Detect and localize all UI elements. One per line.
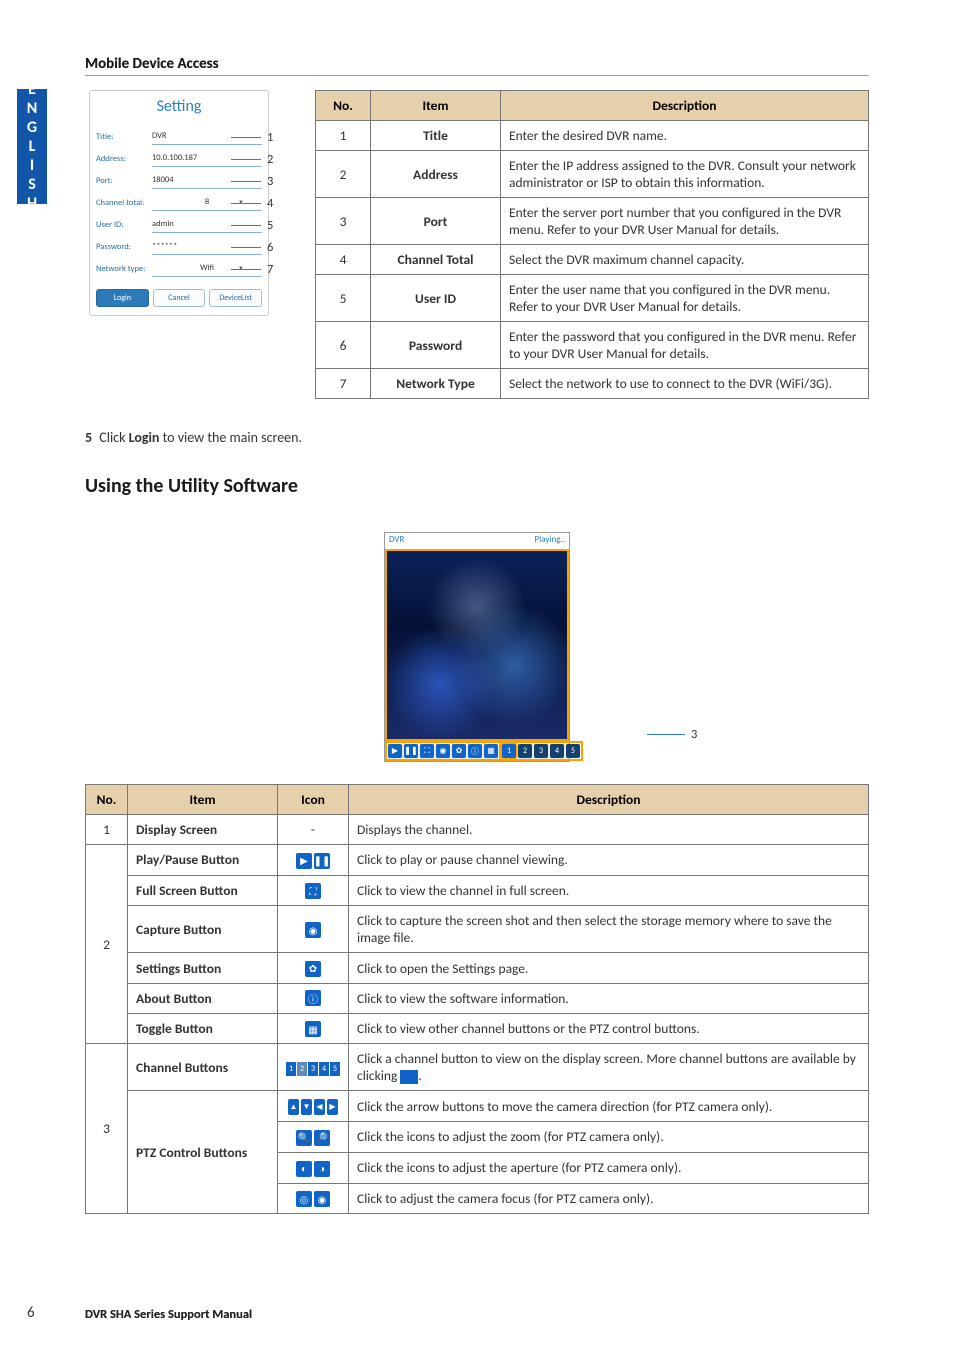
channel-5-button[interactable]: 5 bbox=[566, 744, 580, 758]
focus-icons: ◎◉ bbox=[296, 1191, 330, 1207]
fig-callout-3: 3 bbox=[647, 727, 703, 742]
channel-1-button[interactable]: 1 bbox=[502, 744, 516, 758]
table-row: Full Screen Button ⛶ Click to view the c… bbox=[86, 875, 869, 906]
table-row: Toggle Button ▦ Click to view other chan… bbox=[86, 1013, 869, 1044]
th2-item: Item bbox=[128, 785, 278, 815]
step-5: 5 Click Login to view the main screen. bbox=[85, 429, 869, 446]
step-login-word: Login bbox=[129, 429, 160, 446]
language-tab: ENGLISH bbox=[17, 89, 47, 204]
pause-icon[interactable]: ❚❚ bbox=[404, 744, 418, 758]
table-row: Capture Button ◉ Click to capture the sc… bbox=[86, 906, 869, 953]
table-row: 3PortEnter the server port number that y… bbox=[316, 198, 869, 245]
label-password: Password: bbox=[96, 242, 152, 252]
channel-2-button[interactable]: 2 bbox=[518, 744, 532, 758]
info-icon[interactable]: ⓘ bbox=[468, 744, 482, 758]
gear-icon[interactable]: ✿ bbox=[452, 744, 466, 758]
fullscreen-icon: ⛶ bbox=[305, 883, 321, 899]
section-heading: Mobile Device Access bbox=[85, 55, 869, 76]
info-icon: ⓘ bbox=[305, 990, 321, 1006]
th2-icon: Icon bbox=[278, 785, 349, 815]
callout-3: 3 bbox=[231, 174, 273, 189]
table-row: 1TitleEnter the desired DVR name. bbox=[316, 121, 869, 151]
phone-title: DVR bbox=[389, 534, 404, 549]
th-item: Item bbox=[371, 91, 501, 121]
grid-icon: ▦ bbox=[305, 1021, 321, 1037]
table-row: 5User IDEnter the user name that you con… bbox=[316, 275, 869, 322]
table-row: 1 Display Screen - Displays the channel. bbox=[86, 815, 869, 845]
callout-7: 7 bbox=[231, 262, 273, 277]
th-no: No. bbox=[316, 91, 371, 121]
utility-heading: Using the Utility Software bbox=[85, 474, 869, 498]
channel-buttons-icon: 12345 bbox=[286, 1062, 340, 1076]
table-row: 4Channel TotalSelect the DVR maximum cha… bbox=[316, 245, 869, 275]
settings-table: No. Item Description 1TitleEnter the des… bbox=[315, 90, 869, 399]
channel-4-button[interactable]: 4 bbox=[550, 744, 564, 758]
toggle-mini-icon bbox=[400, 1070, 418, 1084]
table-row: Settings Button ✿ Click to open the Sett… bbox=[86, 953, 869, 984]
gear-icon: ✿ bbox=[305, 961, 321, 977]
label-user-id: User ID: bbox=[96, 220, 152, 230]
utility-table: No. Item Icon Description 1 Display Scre… bbox=[85, 784, 869, 1214]
th2-no: No. bbox=[86, 785, 128, 815]
table-row: 3 Channel Buttons 12345 Click a channel … bbox=[86, 1044, 869, 1091]
callout-1: 1 bbox=[231, 130, 273, 145]
label-channel-total: Channel total: bbox=[96, 198, 152, 208]
camera-icon[interactable]: ◉ bbox=[436, 744, 450, 758]
pause-icon: ❚❚ bbox=[314, 853, 330, 869]
step-number: 5 bbox=[85, 429, 92, 446]
callout-6: 6 bbox=[231, 240, 273, 255]
table-row: 7Network TypeSelect the network to use t… bbox=[316, 369, 869, 399]
aperture-icons: ◐◑ bbox=[296, 1161, 330, 1177]
page-number: 6 bbox=[27, 1304, 35, 1322]
arrow-icons: ▲▼◀▶ bbox=[288, 1099, 338, 1115]
play-icon[interactable]: ▶ bbox=[388, 744, 402, 758]
cancel-button[interactable]: Cancel bbox=[153, 289, 206, 307]
table-row: About Button ⓘ Click to view the softwar… bbox=[86, 983, 869, 1013]
phone-view: DVR Playing.. ▶ ❚❚ ⛶ ◉ ✿ ⓘ ▦ 1 2 3 bbox=[384, 532, 570, 762]
camera-icon: ◉ bbox=[305, 922, 321, 938]
callout-5: 5 bbox=[231, 218, 273, 233]
manual-name: DVR SHA Series Support Manual bbox=[85, 1307, 252, 1322]
fullscreen-icon[interactable]: ⛶ bbox=[420, 744, 434, 758]
label-title: Title: bbox=[96, 132, 152, 142]
login-button[interactable]: Login bbox=[96, 289, 149, 307]
th2-desc: Description bbox=[349, 785, 869, 815]
table-row: 6PasswordEnter the password that you con… bbox=[316, 322, 869, 369]
callout-4: 4 bbox=[231, 196, 273, 211]
label-port: Port: bbox=[96, 176, 152, 186]
table-row: PTZ Control Buttons ▲▼◀▶ Click the arrow… bbox=[86, 1091, 869, 1122]
zoom-icons: 🔍🔎 bbox=[296, 1130, 330, 1146]
display-screen[interactable] bbox=[385, 549, 569, 741]
phone-status: Playing.. bbox=[534, 534, 565, 549]
language-label: ENGLISH bbox=[23, 80, 42, 213]
phone-toolbar: ▶ ❚❚ ⛶ ◉ ✿ ⓘ ▦ 1 2 3 4 5 bbox=[385, 741, 569, 761]
channel-3-button[interactable]: 3 bbox=[534, 744, 548, 758]
label-network-type: Network type: bbox=[96, 264, 152, 274]
grid-icon[interactable]: ▦ bbox=[484, 744, 498, 758]
play-icon: ▶ bbox=[296, 853, 312, 869]
label-address: Address: bbox=[96, 154, 152, 164]
th-desc: Description bbox=[501, 91, 869, 121]
table-row: 2 Play/Pause Button ▶❚❚ Click to play or… bbox=[86, 845, 869, 876]
table-row: 2AddressEnter the IP address assigned to… bbox=[316, 151, 869, 198]
callout-2: 2 bbox=[231, 152, 273, 167]
